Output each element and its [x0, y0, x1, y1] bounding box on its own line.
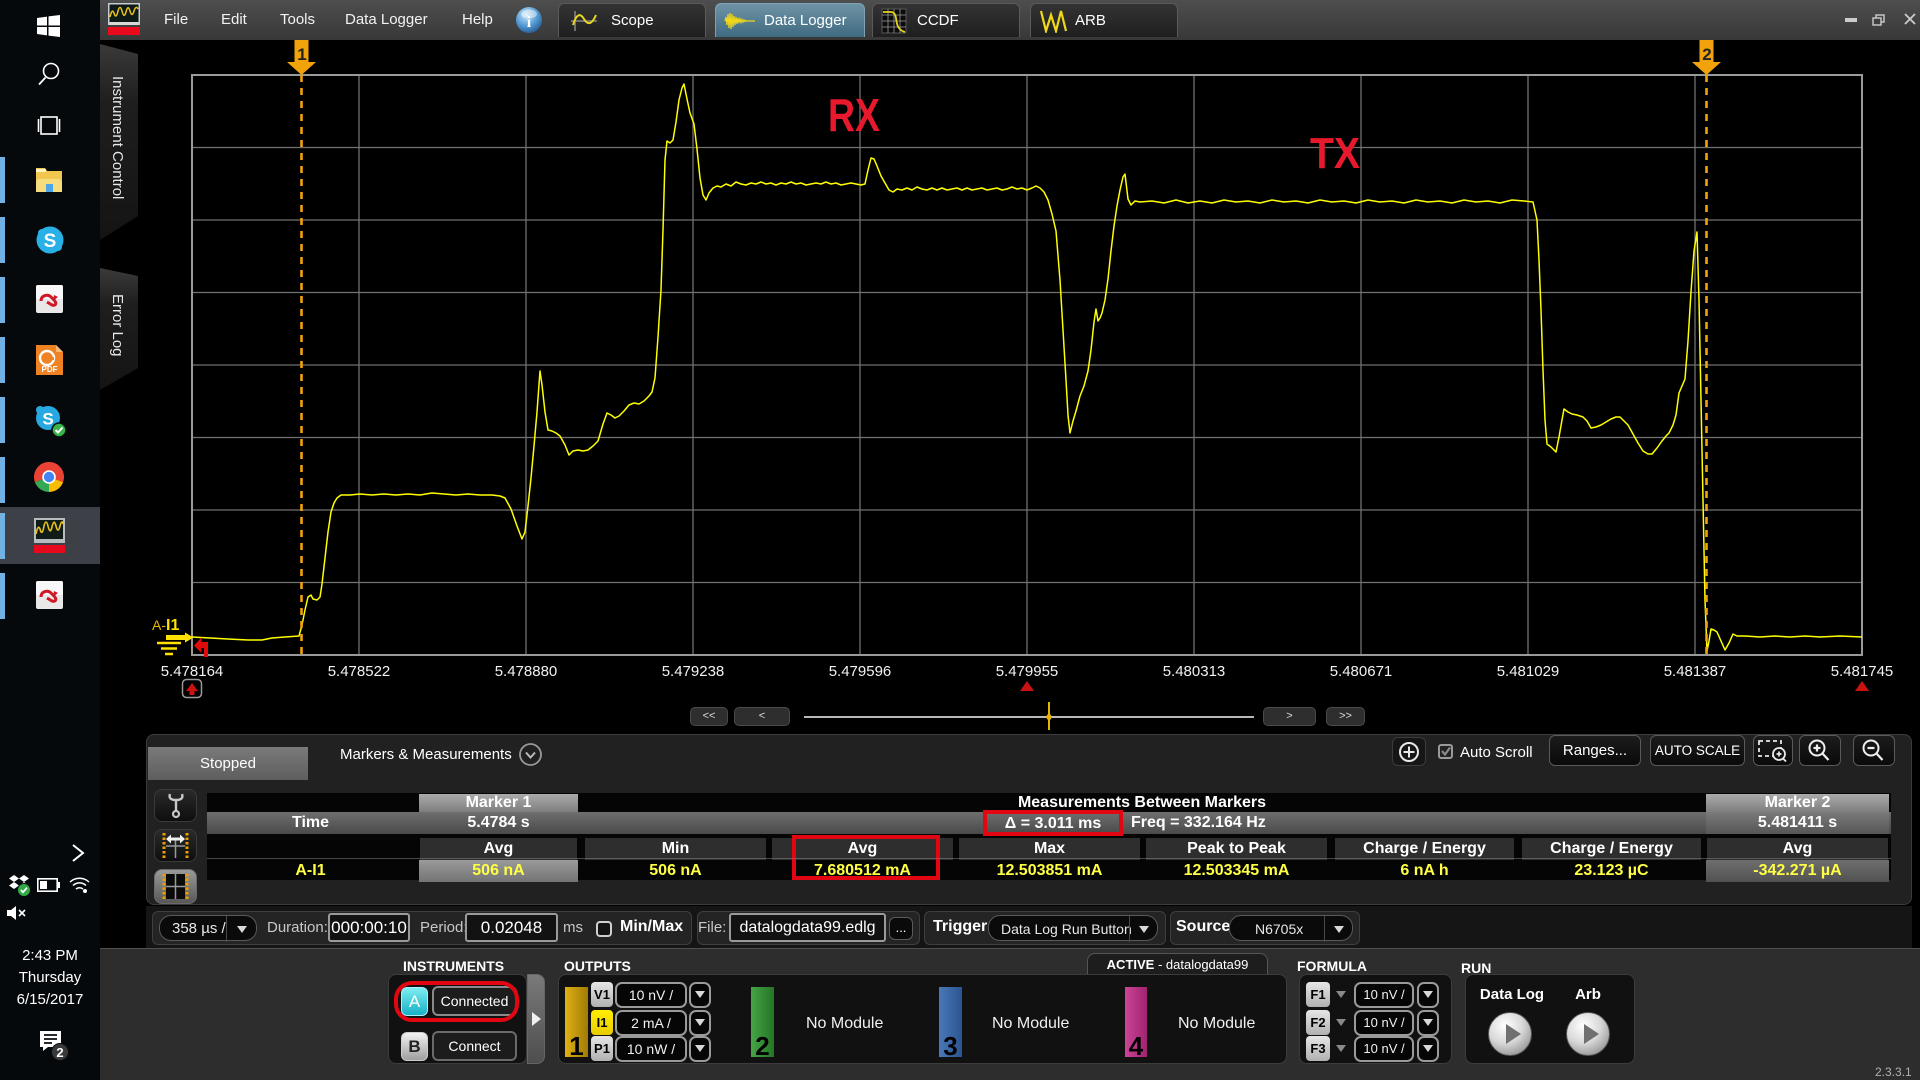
svg-text:A-I1: A-I1 [152, 617, 179, 634]
svg-text:5.481387: 5.481387 [1664, 663, 1727, 680]
svg-text:i: i [527, 14, 532, 31]
svg-text:S: S [44, 231, 57, 252]
svg-text:5.478880: 5.478880 [495, 663, 558, 680]
svg-text:5.480313: 5.480313 [1163, 663, 1226, 680]
svg-text:2: 2 [56, 1045, 63, 1060]
svg-text:PDF: PDF [42, 365, 58, 374]
svg-text:5.481745: 5.481745 [1831, 663, 1894, 680]
svg-text:5.478522: 5.478522 [328, 663, 391, 680]
svg-text:5.479955: 5.479955 [996, 663, 1059, 680]
svg-text:TX: TX [1310, 129, 1360, 178]
svg-text:1: 1 [297, 45, 306, 64]
svg-text:5.478164: 5.478164 [161, 663, 224, 680]
svg-text:5.480671: 5.480671 [1330, 663, 1393, 680]
svg-text:S: S [42, 410, 53, 429]
svg-text:2: 2 [1702, 45, 1711, 64]
svg-text:5.479238: 5.479238 [662, 663, 725, 680]
svg-text:5.481029: 5.481029 [1497, 663, 1560, 680]
svg-text:5.479596: 5.479596 [829, 663, 892, 680]
svg-text:RX: RX [828, 89, 880, 141]
